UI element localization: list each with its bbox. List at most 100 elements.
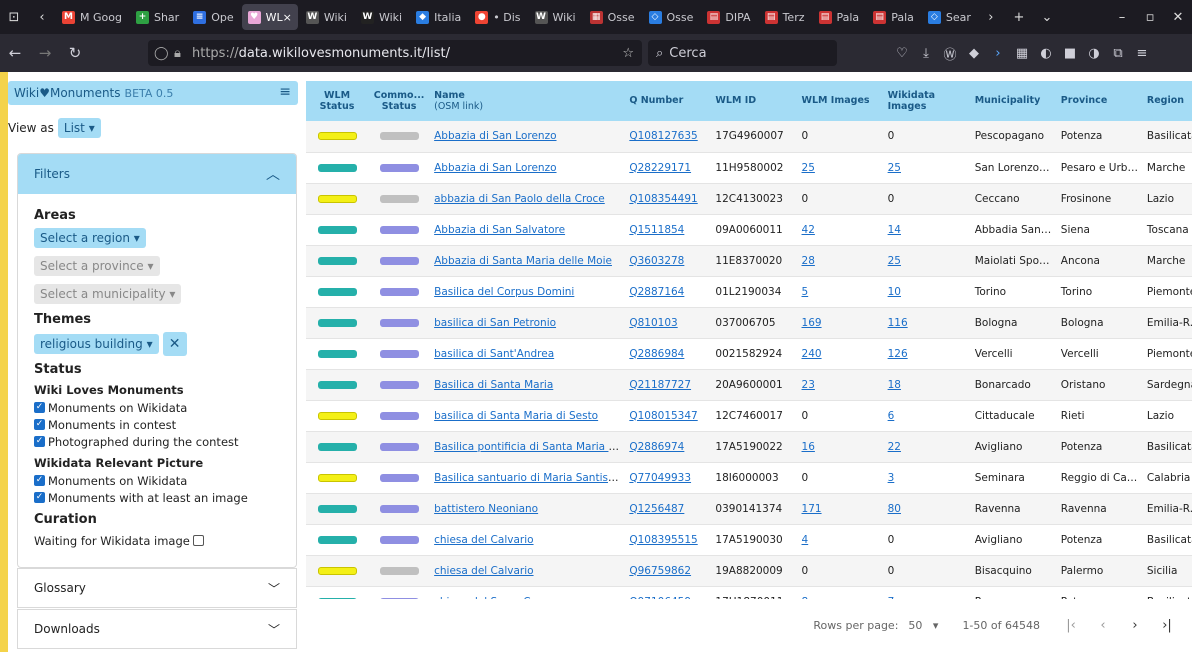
col-municipality[interactable]: Municipality (971, 81, 1057, 121)
wlm-images-cell-link[interactable]: 25 (802, 162, 815, 174)
checkbox-checked-icon[interactable]: ✓ (34, 475, 45, 486)
q-number-cell-link[interactable]: Q108395515 (629, 534, 697, 546)
wikidata-images-cell-link[interactable]: 22 (888, 441, 901, 453)
name-cell-link[interactable]: Abbazia di San Salvatore (434, 224, 565, 236)
wikidata-images-cell-link[interactable]: 116 (888, 317, 908, 329)
name-cell-link[interactable]: Abbazia di San Lorenzo (434, 130, 556, 142)
wlm-images-cell-link[interactable]: 23 (802, 379, 815, 391)
privacy-badger-icon[interactable]: ◆ (962, 46, 986, 61)
wikidata-images-cell-link[interactable]: 3 (888, 472, 895, 484)
wikidata-images-cell-link[interactable]: 10 (888, 286, 901, 298)
bookmark-star-icon[interactable]: ☆ (622, 46, 634, 61)
filters-header[interactable]: Filters ︿ (18, 154, 296, 194)
name-cell-link[interactable]: basilica di San Petronio (434, 317, 556, 329)
wikidata-images-cell-link[interactable]: 25 (888, 255, 901, 267)
browser-tab[interactable]: ▤ Pala (867, 4, 920, 30)
browser-tab[interactable]: ♥ WL× (241, 4, 298, 30)
wlm-images-cell-link[interactable]: 28 (802, 255, 815, 267)
wikidata-images-cell-link[interactable]: 80 (888, 503, 901, 515)
q-number-cell-link[interactable]: Q2886974 (629, 441, 684, 453)
forward-icon[interactable]: → (30, 38, 60, 68)
q-number-cell-link[interactable]: Q1256487 (629, 503, 684, 515)
checkbox-checked-icon[interactable]: ✓ (34, 436, 45, 447)
browser-tab[interactable]: ▤ DIPA (701, 4, 756, 30)
col-wlm-status[interactable]: WLM Status (306, 81, 368, 121)
browser-tab[interactable]: + Shar (130, 4, 185, 30)
q-number-cell-link[interactable]: Q108354491 (629, 193, 697, 205)
q-number-cell-link[interactable]: Q21187727 (629, 379, 691, 391)
scroll-tabs-right-icon[interactable]: › (977, 0, 1005, 34)
wlm-images-cell-link[interactable]: 5 (802, 286, 809, 298)
wlm-in-contest-checkbox[interactable]: ✓ Monuments in contest (34, 416, 280, 433)
extension-icon[interactable]: ◐ (1034, 46, 1058, 61)
theme-select[interactable]: religious building ▾ (34, 334, 159, 354)
back-icon[interactable]: ← (0, 38, 30, 68)
col-wikidata-images[interactable]: Wikidata Images (884, 81, 971, 121)
url-bar[interactable]: ◯ 🔒︎ https://data.wikilovesmonuments.it/… (148, 40, 642, 66)
browser-tab[interactable]: ▤ Terz (759, 4, 811, 30)
downloads-accordion[interactable]: Downloads ﹀ (17, 609, 297, 649)
wlm-images-cell-link[interactable]: 171 (802, 503, 822, 515)
wlm-images-cell-link[interactable]: 240 (802, 348, 822, 360)
wikidata-images-cell-link[interactable]: 14 (888, 224, 901, 236)
q-number-cell-link[interactable]: Q28229171 (629, 162, 691, 174)
browser-tab[interactable]: M M Goog (56, 4, 128, 30)
q-number-cell-link[interactable]: Q3603278 (629, 255, 684, 267)
browser-tab[interactable]: ≡ Ope (187, 4, 239, 30)
browser-tab[interactable]: ▦ Osse (584, 4, 641, 30)
minimize-icon[interactable]: – (1108, 0, 1136, 34)
browser-tab[interactable]: W Wiki (300, 4, 353, 30)
close-window-icon[interactable]: ✕ (1164, 0, 1192, 34)
name-cell-link[interactable]: Basilica santuario di Maria Santissim... (434, 472, 625, 484)
checkbox-checked-icon[interactable]: ✓ (34, 492, 45, 503)
wikipedia-extension-icon[interactable]: Ⓦ (938, 44, 962, 63)
lock-icon[interactable]: 🔒︎ (174, 46, 192, 61)
col-name[interactable]: Name (OSM link) (430, 81, 625, 121)
reload-icon[interactable]: ↻ (60, 38, 90, 68)
search-bar[interactable]: ⌕ Cerca (648, 40, 837, 66)
last-page-icon[interactable]: ›| (1156, 618, 1178, 633)
rows-per-page-select[interactable]: 50 ▾ (908, 619, 938, 632)
reader-extension-icon[interactable]: ▦ (1010, 46, 1034, 61)
name-cell-link[interactable]: basilica di Sant'Andrea (434, 348, 554, 360)
browser-tab[interactable]: ● • Dis (469, 4, 526, 30)
name-cell-link[interactable]: Basilica di Santa Maria (434, 379, 553, 391)
wd-with-image-checkbox[interactable]: ✓ Monuments with at least an image (34, 489, 280, 506)
name-cell-link[interactable]: Basilica del Corpus Domini (434, 286, 574, 298)
checkbox-unchecked-icon[interactable] (192, 535, 204, 546)
col-province[interactable]: Province (1057, 81, 1143, 121)
name-cell-link[interactable]: Abbazia di Santa Maria delle Moie (434, 255, 612, 267)
q-number-cell-link[interactable]: Q2886984 (629, 348, 684, 360)
wd-on-wikidata-checkbox[interactable]: ✓ Monuments on Wikidata (34, 472, 280, 489)
name-cell-link[interactable]: chiesa del Calvario (434, 565, 533, 577)
wlm-images-cell-link[interactable]: 42 (802, 224, 815, 236)
glossary-accordion[interactable]: Glossary ﹀ (17, 568, 297, 608)
q-number-cell-link[interactable]: Q1511854 (629, 224, 684, 236)
name-cell-link[interactable]: abbazia di San Paolo della Croce (434, 193, 605, 205)
region-select[interactable]: Select a region ▾ (34, 228, 146, 248)
wlm-images-cell-link[interactable]: 16 (802, 441, 815, 453)
downloads-icon[interactable]: ⤓ (914, 46, 938, 61)
municipality-select[interactable]: Select a municipality ▾ (34, 284, 182, 304)
wlm-photographed-checkbox[interactable]: ✓ Photographed during the contest (34, 433, 280, 450)
next-page-icon[interactable]: › (1124, 618, 1146, 633)
browser-tab[interactable]: W Wiki (529, 4, 582, 30)
wlm-on-wikidata-checkbox[interactable]: ✓ Monuments on Wikidata (34, 399, 280, 416)
q-number-cell-link[interactable]: Q77049933 (629, 472, 691, 484)
browser-tab[interactable]: ◆ Italia (410, 4, 467, 30)
wikidata-images-cell-link[interactable]: 18 (888, 379, 901, 391)
q-number-cell-link[interactable]: Q108015347 (629, 410, 697, 422)
app-brand[interactable]: Wiki♥Monuments (14, 86, 121, 100)
scroll-tabs-left-icon[interactable]: ‹ (28, 0, 56, 34)
browser-tab[interactable]: ▤ Pala (813, 4, 866, 30)
shield-icon[interactable]: ◯ (154, 46, 174, 61)
col-wlm-images[interactable]: WLM Images (798, 81, 884, 121)
browser-tab[interactable]: W Wiki (355, 4, 408, 30)
q-number-cell-link[interactable]: Q96759862 (629, 565, 691, 577)
menu-icon[interactable]: ≡ (279, 84, 291, 100)
pocket-icon[interactable]: ♡ (890, 46, 914, 61)
view-as-dropdown[interactable]: List ▾ (57, 118, 101, 138)
wlm-images-cell-link[interactable]: 169 (802, 317, 822, 329)
name-cell-link[interactable]: Basilica pontificia di Santa Maria del .… (434, 441, 625, 453)
q-number-cell-link[interactable]: Q810103 (629, 317, 677, 329)
